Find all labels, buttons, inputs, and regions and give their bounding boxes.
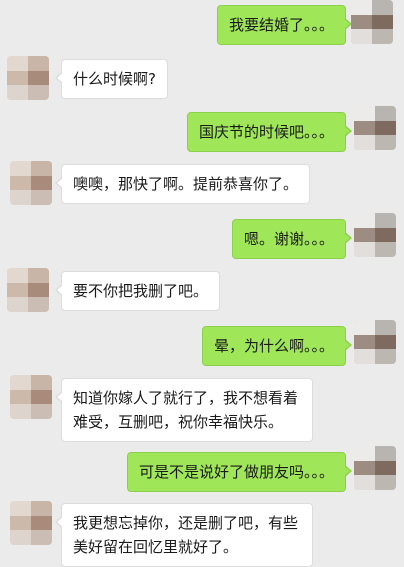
my-avatar[interactable] <box>354 106 396 150</box>
message-text-line: 难受，互删吧，祝你幸福快乐。 <box>73 413 284 431</box>
incoming-message-bubble[interactable]: 噢噢，那快了啊。提前恭喜你了。 <box>54 164 311 204</box>
outgoing-message-bubble[interactable]: 我要结婚了。。。 <box>216 5 353 45</box>
message-text: 晕，为什么啊。。。 <box>213 337 334 355</box>
incoming-message-bubble[interactable]: 要不你把我删了吧。 <box>54 271 221 311</box>
message-text: 噢噢，那快了啊。提前恭喜你了。 <box>73 175 299 193</box>
message-text: 国庆节的时候吧。。。 <box>198 123 334 141</box>
message-text: 可是不是说好了做朋友吗。。。 <box>138 463 334 481</box>
outgoing-message-bubble[interactable]: 嗯。谢谢。。。 <box>231 219 353 259</box>
message-text: 我要结婚了。。。 <box>228 16 334 34</box>
message-text: 要不你把我删了吧。 <box>73 282 209 300</box>
my-avatar[interactable] <box>354 213 396 257</box>
outgoing-message-bubble[interactable]: 国庆节的时候吧。。。 <box>186 112 353 152</box>
friend-avatar[interactable] <box>10 161 52 205</box>
incoming-message-bubble[interactable]: 知道你嫁人了就行了，我不想看着 难受，互删吧，祝你幸福快乐。 <box>55 378 313 442</box>
friend-avatar[interactable] <box>10 501 52 545</box>
message-text: 什么时候啊? <box>73 70 156 88</box>
outgoing-message-bubble[interactable]: 晕，为什么啊。。。 <box>201 326 353 366</box>
my-avatar[interactable] <box>354 320 396 364</box>
friend-avatar[interactable] <box>7 56 49 100</box>
message-text-line: 美好留在回忆里就好了。 <box>73 538 239 556</box>
message-text-line: 我更想忘掉你，还是删了吧，有些 <box>73 514 299 532</box>
my-avatar[interactable] <box>351 0 393 44</box>
friend-avatar[interactable] <box>7 268 49 312</box>
my-avatar[interactable] <box>354 446 396 490</box>
message-text: 嗯。谢谢。。。 <box>243 230 334 248</box>
incoming-message-bubble[interactable]: 什么时候啊? <box>55 59 168 99</box>
message-text-line: 知道你嫁人了就行了，我不想看着 <box>73 389 299 407</box>
incoming-message-bubble[interactable]: 我更想忘掉你，还是删了吧，有些 美好留在回忆里就好了。 <box>55 503 313 567</box>
outgoing-message-bubble[interactable]: 可是不是说好了做朋友吗。。。 <box>126 452 353 492</box>
friend-avatar[interactable] <box>10 375 52 419</box>
chat-conversation: 我要结婚了。。。 什么时候啊? 国庆节的时候吧。。。 噢噢，那快了啊。提前恭喜你… <box>0 0 404 567</box>
